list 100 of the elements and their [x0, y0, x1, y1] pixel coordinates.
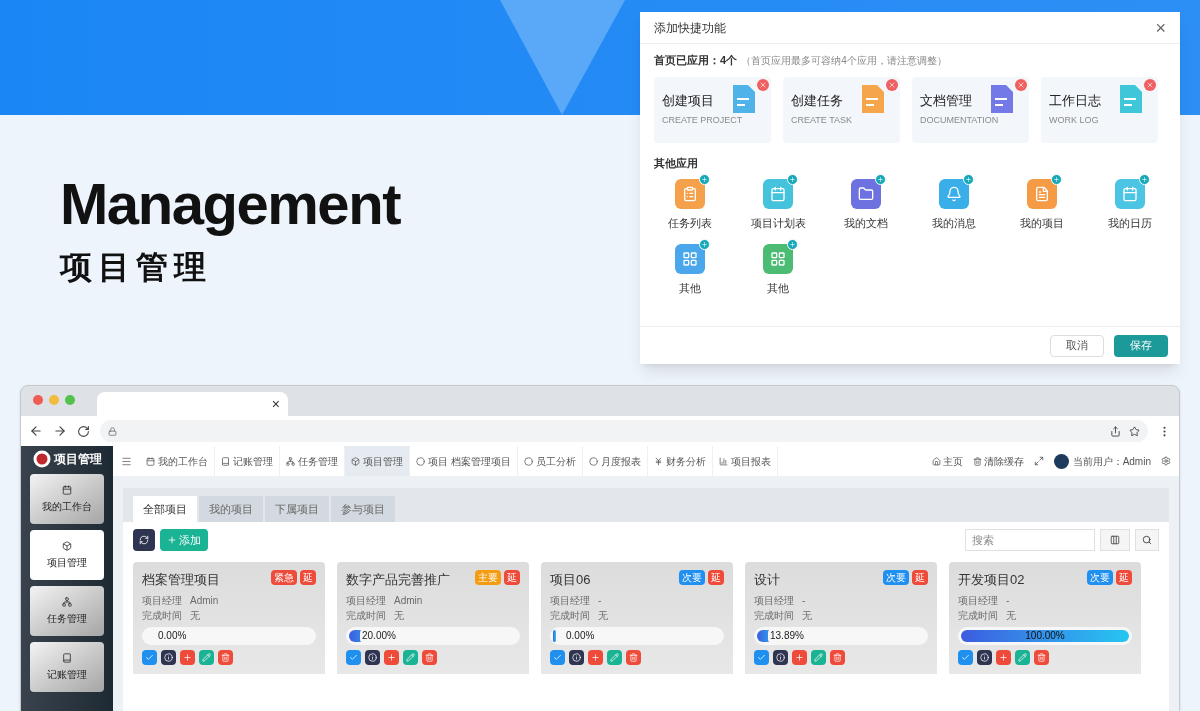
sidebar-item[interactable]: 项目管理 [30, 530, 104, 580]
trash-button[interactable] [626, 649, 641, 665]
shortcut-title: 创建项目 [662, 91, 715, 110]
refresh-button[interactable] [133, 529, 155, 551]
logo-text: 项目管理 [53, 451, 102, 468]
trash-icon [221, 652, 230, 662]
app-shortcut[interactable]: 我的项目 [998, 179, 1086, 232]
remove-button[interactable] [757, 78, 769, 91]
info-button[interactable] [161, 649, 176, 665]
fullscreen-icon[interactable] [1033, 456, 1044, 466]
shortcut-subtitle: WORK LOG [1049, 114, 1100, 127]
delay-tag: 延 [912, 570, 928, 585]
priority-tag: 紧急 [271, 570, 297, 585]
pencil-button[interactable] [403, 649, 418, 665]
project-tab[interactable]: 我的项目 [199, 496, 263, 522]
clear-cache-link[interactable]: 清除缓存 [972, 453, 1024, 469]
progress-text: 20.00% [360, 628, 398, 643]
avatar-icon[interactable] [1053, 453, 1069, 469]
remove-button[interactable] [1015, 78, 1027, 91]
nav-tab[interactable]: 员工分析 [517, 446, 583, 476]
project-tab[interactable]: 全部项目 [133, 496, 197, 522]
shortcut-card[interactable]: 创建任务 CREATE TASK [783, 76, 900, 143]
app-shortcut[interactable]: 其他 [734, 243, 822, 296]
remove-button[interactable] [1144, 78, 1156, 91]
nav-tab[interactable]: 财务分析 [647, 446, 713, 476]
app-shortcut[interactable]: 我的日历 [1086, 179, 1174, 232]
project-tab[interactable]: 下属项目 [265, 496, 329, 522]
grid-icon [682, 250, 698, 267]
check-button[interactable] [958, 649, 973, 665]
remove-button[interactable] [886, 78, 898, 91]
nav-tab[interactable]: 月度报表 [582, 446, 648, 476]
reload-icon[interactable] [77, 424, 90, 438]
close-button[interactable]: × [1155, 18, 1166, 37]
columns-button[interactable] [1100, 529, 1130, 551]
nav-tab[interactable]: 记账管理 [215, 446, 280, 476]
app-shortcut[interactable]: 我的消息 [910, 179, 998, 232]
trash-button[interactable] [830, 649, 845, 665]
tab-close-button[interactable]: × [271, 393, 280, 415]
field-value: Admin [190, 593, 219, 608]
close-icon [1017, 80, 1025, 89]
check-button[interactable] [346, 649, 361, 665]
priority-tag: 主要 [475, 570, 501, 585]
priority-tag: 次要 [883, 570, 909, 585]
pencil-button[interactable] [1015, 649, 1030, 665]
delay-tag: 延 [708, 570, 724, 585]
nav-tab[interactable]: 项目 档案管理项目 [410, 446, 518, 476]
field-label: 项目经理 [346, 593, 386, 608]
info-icon [164, 652, 173, 662]
check-button[interactable] [754, 649, 769, 665]
share-icon[interactable] [1110, 425, 1121, 437]
yen-icon [653, 456, 663, 466]
pencil-button[interactable] [607, 649, 622, 665]
forward-icon[interactable] [53, 424, 67, 438]
calendar-icon [62, 484, 72, 495]
sidebar-item[interactable]: 记账管理 [30, 642, 104, 692]
trash-button[interactable] [1034, 649, 1049, 665]
pencil-button[interactable] [199, 649, 214, 665]
app-shortcut[interactable]: 任务列表 [646, 179, 734, 232]
back-icon[interactable] [29, 424, 43, 438]
app-shortcut[interactable]: 项目计划表 [734, 179, 822, 232]
field-label: 完成时间 [346, 608, 386, 623]
check-button[interactable] [142, 649, 157, 665]
cube-icon [351, 456, 360, 466]
pencil-icon [814, 652, 823, 662]
nav-tab[interactable]: 我的工作台 [140, 446, 215, 476]
star-icon[interactable] [1129, 425, 1140, 437]
menu-icon[interactable] [121, 455, 132, 467]
trash-button[interactable] [422, 649, 437, 665]
shortcut-card[interactable]: 文档管理 DOCUMENTATION [912, 76, 1029, 143]
nav-tab[interactable]: 项目管理 [345, 446, 410, 476]
cancel-button[interactable]: 取消 [1050, 334, 1104, 357]
search-button[interactable] [1135, 529, 1159, 551]
trash-icon [1037, 652, 1046, 662]
info-button[interactable] [569, 649, 584, 665]
info-button[interactable] [977, 649, 992, 665]
home-link[interactable]: 主页 [931, 453, 963, 469]
circle-icon [416, 456, 425, 466]
nav-tab[interactable]: 项目报表 [712, 446, 778, 476]
info-button[interactable] [365, 649, 380, 665]
sidebar-item[interactable]: 我的工作台 [30, 474, 104, 524]
check-button[interactable] [550, 649, 565, 665]
plus-icon [999, 652, 1008, 662]
trash-button[interactable] [218, 649, 233, 665]
field-label: 完成时间 [958, 608, 998, 623]
delay-tag: 延 [504, 570, 520, 585]
project-tab[interactable]: 参与项目 [331, 496, 395, 522]
calendar-icon [146, 456, 155, 466]
pencil-icon [1018, 652, 1027, 662]
book-icon [221, 456, 230, 466]
app-shortcut[interactable]: 其他 [646, 243, 734, 296]
field-value: 无 [1006, 608, 1016, 623]
shortcut-card[interactable]: 创建项目 CREATE PROJECT [654, 76, 771, 143]
app-shortcut[interactable]: 我的文档 [822, 179, 910, 232]
shortcut-card[interactable]: 工作日志 WORK LOG [1041, 76, 1158, 143]
search-field[interactable]: 搜索 [965, 529, 1095, 551]
browser-tab[interactable]: × [97, 392, 288, 416]
sidebar-item[interactable]: 任务管理 [30, 586, 104, 636]
settings-icon[interactable] [1161, 456, 1171, 466]
info-button[interactable] [773, 649, 788, 665]
pencil-button[interactable] [811, 649, 826, 665]
